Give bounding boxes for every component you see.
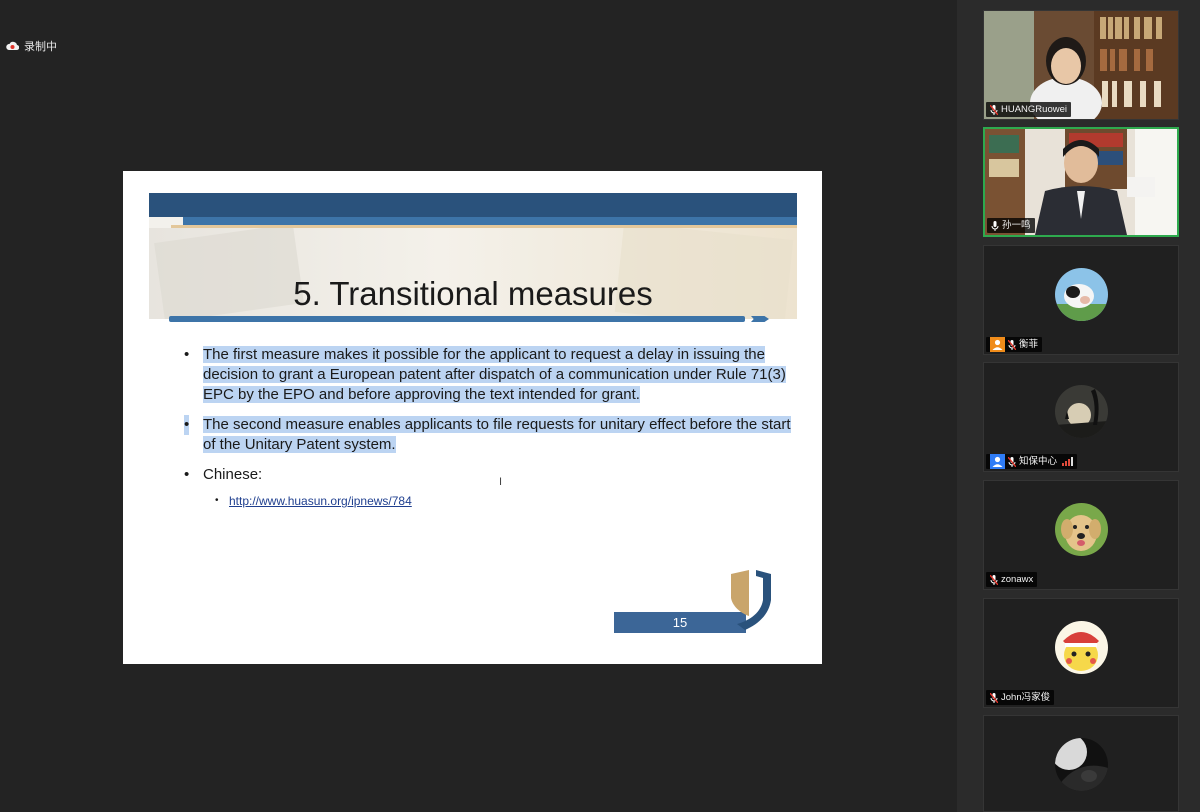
shield-logo-icon (723, 568, 779, 639)
source-link[interactable]: http://www.huasun.org/ipnews/784 (229, 494, 412, 508)
participant-nametag: John冯家俊 (986, 690, 1055, 705)
bullet-list: • The first measure makes it possible fo… (183, 345, 803, 509)
avatar-pikachu (1055, 621, 1108, 674)
bullet-item: • The first measure makes it possible fo… (183, 345, 803, 405)
participant-nametag: 孙一鸣 (987, 218, 1035, 233)
mic-muted-icon (989, 574, 999, 585)
participants-panel: HUANGRuowei 孙一鸣 衡菲 知保中心 zonawx John冯家俊 (957, 0, 1200, 812)
bullet-glyph: • (215, 495, 219, 506)
mic-muted-icon (1007, 456, 1017, 467)
cloud-record-icon (6, 41, 19, 51)
participant-tile[interactable]: John冯家俊 (983, 598, 1179, 708)
participant-name: HUANGRuowei (1001, 104, 1067, 115)
slide-banner: 5. Transitional measures (149, 193, 797, 319)
participant-nametag: 知保中心 (986, 454, 1078, 469)
participant-nametag: HUANGRuowei (986, 102, 1071, 117)
bullet-text[interactable]: The second measure enables applicants to… (203, 416, 791, 453)
presentation-slide: 5. Transitional measures • The first mea… (123, 171, 822, 664)
bullet-glyph: • (184, 346, 190, 363)
participant-tile[interactable]: zonawx (983, 480, 1179, 590)
recording-indicator: 录制中 (6, 38, 57, 54)
avatar-dark (1055, 738, 1108, 791)
user-icon (990, 454, 1005, 469)
participant-name: John冯家俊 (1001, 692, 1051, 703)
sub-bullet-item: • http://www.huasun.org/ipnews/784 (183, 493, 803, 509)
title-underline (169, 316, 745, 322)
participant-name: 知保中心 (1019, 456, 1058, 467)
participant-tile[interactable]: HUANGRuowei (983, 10, 1179, 120)
bullet-glyph: • (184, 466, 190, 483)
participant-name: 孙一鸣 (1002, 220, 1031, 231)
participant-tile[interactable]: 衡菲 (983, 245, 1179, 355)
participant-tile-active[interactable]: 孙一鸣 (983, 127, 1179, 237)
mic-muted-icon (1007, 339, 1017, 350)
slide-title: 5. Transitional measures (293, 275, 653, 312)
weak-signal-icon (1062, 457, 1074, 466)
text-cursor-icon: I (499, 476, 503, 488)
user-icon (990, 337, 1005, 352)
bullet-text: Chinese: (203, 466, 263, 483)
shared-screen: 录制中 5. Transitional measures • The first… (0, 0, 957, 812)
bullet-text[interactable]: The first measure makes it possible for … (203, 346, 786, 403)
participant-name: zonawx (1001, 574, 1034, 585)
participant-tile[interactable] (983, 715, 1179, 812)
participant-name: 衡菲 (1019, 339, 1039, 350)
avatar-sunset (1055, 385, 1108, 438)
avatar-dog (1055, 503, 1108, 556)
recording-label: 录制中 (24, 41, 57, 53)
mic-muted-icon (989, 692, 999, 703)
bullet-item: • The second measure enables applicants … (183, 415, 803, 455)
bullet-glyph: • (184, 415, 190, 435)
avatar-cow (1055, 268, 1108, 321)
participant-nametag: zonawx (986, 572, 1038, 587)
bullet-item: • Chinese: (183, 465, 803, 485)
participant-nametag: 衡菲 (986, 337, 1043, 352)
mic-muted-icon (989, 104, 999, 115)
participant-tile[interactable]: 知保中心 (983, 362, 1179, 472)
mic-icon (991, 220, 999, 231)
